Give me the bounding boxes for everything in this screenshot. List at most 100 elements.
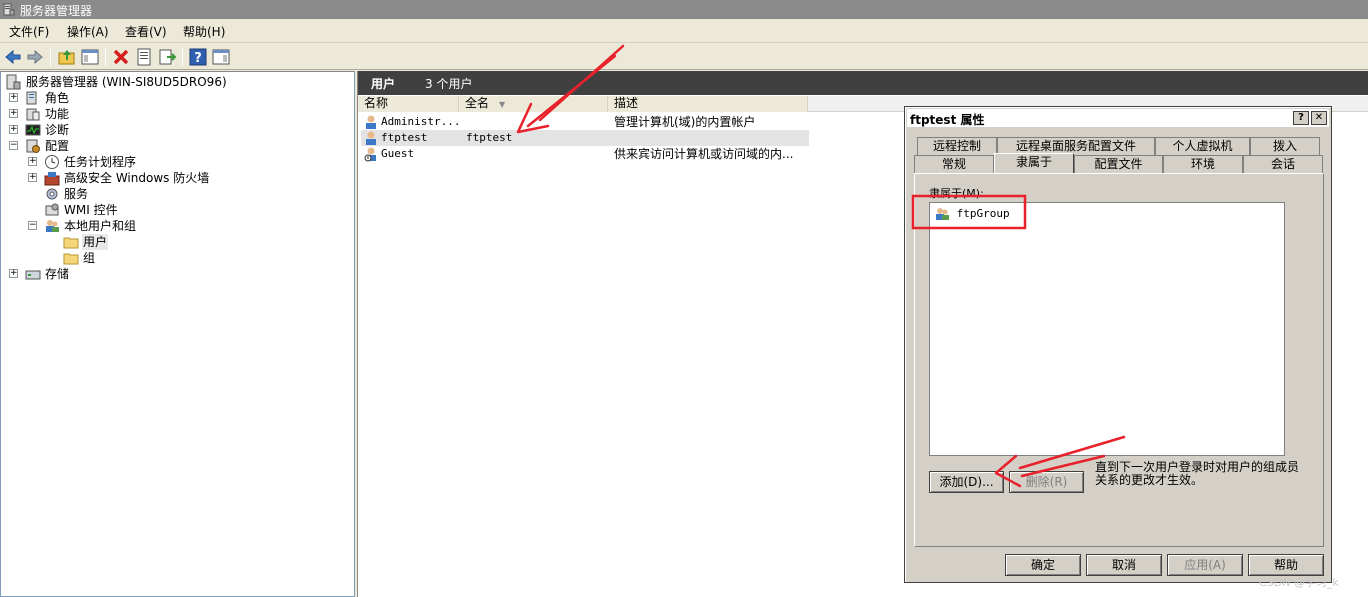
clock-icon: [45, 155, 59, 169]
table-row[interactable]: Guest 供来宾访问计算机或访问域的内...: [361, 146, 809, 162]
cell-desc: 管理计算机(域)的内置帐户: [614, 115, 756, 129]
user-icon: [366, 131, 376, 145]
expand-plus-icon[interactable]: +: [9, 125, 18, 134]
tab-general[interactable]: 常规: [914, 155, 994, 173]
user-icon: [366, 115, 376, 129]
column-header-name-label: 名称: [364, 96, 389, 110]
features-icon: [26, 108, 40, 121]
tree-label-groups: 组: [83, 251, 96, 265]
server-manager-icon: [3, 3, 15, 16]
export-list-icon[interactable]: [157, 47, 177, 67]
remove-button[interactable]: 删除(R): [1009, 471, 1084, 493]
add-button[interactable]: 添加(D)...: [929, 471, 1004, 493]
delete-icon[interactable]: [111, 47, 131, 67]
folder-icon: [63, 237, 79, 249]
toolbar: ?: [0, 43, 1368, 70]
apply-button[interactable]: 应用(A): [1167, 554, 1243, 576]
dialog-title-bar: ftptest 属性 ? ✕: [907, 109, 1329, 127]
column-header-name[interactable]: 名称: [358, 96, 459, 112]
tree-label-roles: 角色: [45, 91, 70, 105]
dialog-help-button[interactable]: ?: [1293, 111, 1309, 125]
menu-help[interactable]: 帮助(H): [183, 23, 225, 40]
column-header-fullname[interactable]: 全名 ▼: [459, 96, 608, 112]
expand-plus-icon[interactable]: +: [28, 157, 37, 166]
tab-personal-vm[interactable]: 个人虚拟机: [1155, 137, 1250, 155]
tree-label-users: 用户: [82, 234, 109, 250]
cell-name: Administr...: [381, 115, 461, 128]
member-of-list[interactable]: ftpGroup: [929, 202, 1285, 456]
column-header-desc[interactable]: 描述: [608, 96, 808, 112]
details-header: 用户 3 个用户: [358, 71, 1368, 95]
toolbar-separator: [50, 48, 51, 66]
wmi-control-icon: [45, 203, 59, 216]
help-icon[interactable]: ?: [188, 47, 208, 67]
tree-label-task-scheduler: 任务计划程序: [64, 155, 137, 169]
group-name: ftpGroup: [956, 207, 1010, 220]
back-arrow-icon[interactable]: [3, 47, 23, 67]
tree-label-features: 功能: [45, 107, 70, 121]
member-of-label: 隶属于(M):: [929, 187, 984, 200]
details-header-title: 用户: [371, 77, 396, 91]
collapse-minus-icon[interactable]: −: [28, 221, 37, 230]
folder-icon: [63, 253, 79, 265]
menu-action[interactable]: 操作(A): [67, 23, 109, 40]
ok-button[interactable]: 确定: [1005, 554, 1081, 576]
cell-fullname: ftptest: [466, 131, 513, 144]
menu-file[interactable]: 文件(F): [9, 23, 49, 40]
console-tree: 服务器管理器 (WIN-SI8UD5DRO96) + 角色 + 功能 + 诊断 …: [0, 71, 355, 597]
dialog-close-button[interactable]: ✕: [1311, 111, 1327, 125]
tree-label-root: 服务器管理器 (WIN-SI8UD5DRO96): [26, 75, 227, 89]
disabled-user-icon: [364, 147, 376, 162]
configuration-icon: [26, 139, 40, 153]
show-hide-action-pane-icon[interactable]: [211, 47, 231, 67]
tab-environment[interactable]: 环境: [1163, 155, 1243, 173]
tree-label-services: 服务: [64, 187, 89, 201]
toolbar-separator: [182, 48, 183, 66]
properties-dialog: ftptest 属性 ? ✕ 远程控制 远程桌面服务配置文件 个人虚拟机 拨入 …: [904, 106, 1332, 583]
toolbar-separator: [105, 48, 106, 66]
show-hide-tree-icon[interactable]: [80, 47, 100, 67]
storage-icon: [25, 270, 41, 280]
tab-sessions[interactable]: 会话: [1243, 155, 1323, 173]
watermark: CSDN @学习_k: [1259, 576, 1339, 589]
cell-name: Guest: [381, 147, 415, 160]
tree-label-storage: 存储: [45, 267, 70, 281]
table-row[interactable]: Administr... 管理计算机(域)的内置帐户: [361, 114, 809, 130]
list-item-group[interactable]: ftpGroup: [934, 206, 1010, 222]
cancel-button[interactable]: 取消: [1086, 554, 1162, 576]
column-header-desc-label: 描述: [614, 96, 639, 110]
tab-dial-in[interactable]: 拨入: [1250, 137, 1320, 155]
up-folder-icon[interactable]: [57, 47, 77, 67]
tab-profile[interactable]: 配置文件: [1074, 155, 1163, 173]
dialog-title: ftptest 属性: [910, 113, 985, 127]
svg-text:?: ?: [194, 51, 202, 66]
details-header-count: 3 个用户: [425, 77, 473, 91]
expand-plus-icon[interactable]: +: [9, 269, 18, 278]
cell-name: ftptest: [381, 131, 428, 144]
group-icon: [936, 208, 949, 220]
diagnostics-icon: [25, 124, 41, 136]
tree-label-wmi: WMI 控件: [64, 203, 118, 217]
expand-plus-icon[interactable]: +: [28, 173, 37, 182]
forward-arrow-icon[interactable]: [25, 47, 45, 67]
tree-label-configuration: 配置: [45, 139, 70, 153]
tree-label-diagnostics: 诊断: [45, 123, 70, 137]
tree-label-firewall: 高级安全 Windows 防火墙: [64, 171, 210, 185]
expand-plus-icon[interactable]: +: [9, 93, 18, 102]
collapse-minus-icon[interactable]: −: [9, 141, 18, 150]
roles-icon: [26, 91, 37, 105]
help-button[interactable]: 帮助: [1248, 554, 1324, 576]
member-change-note: 直到下一次用户登录时对用户的组成员关系的更改才生效。: [1095, 460, 1300, 487]
tab-remote-control[interactable]: 远程控制: [917, 137, 997, 155]
firewall-icon: [44, 172, 60, 186]
gear-icon: [46, 188, 58, 200]
sort-descending-icon: ▼: [499, 100, 506, 109]
table-row-selected[interactable]: ftptest ftptest: [361, 130, 809, 146]
tab-member-of[interactable]: 隶属于: [994, 153, 1074, 173]
cell-desc: 供来宾访问计算机或访问域的内...: [614, 147, 794, 161]
window-title-bar: 服务器管理器: [0, 0, 1368, 19]
menu-view[interactable]: 查看(V): [125, 23, 167, 40]
expand-plus-icon[interactable]: +: [9, 109, 18, 118]
properties-icon[interactable]: [134, 47, 154, 67]
server-icon: [6, 74, 21, 90]
